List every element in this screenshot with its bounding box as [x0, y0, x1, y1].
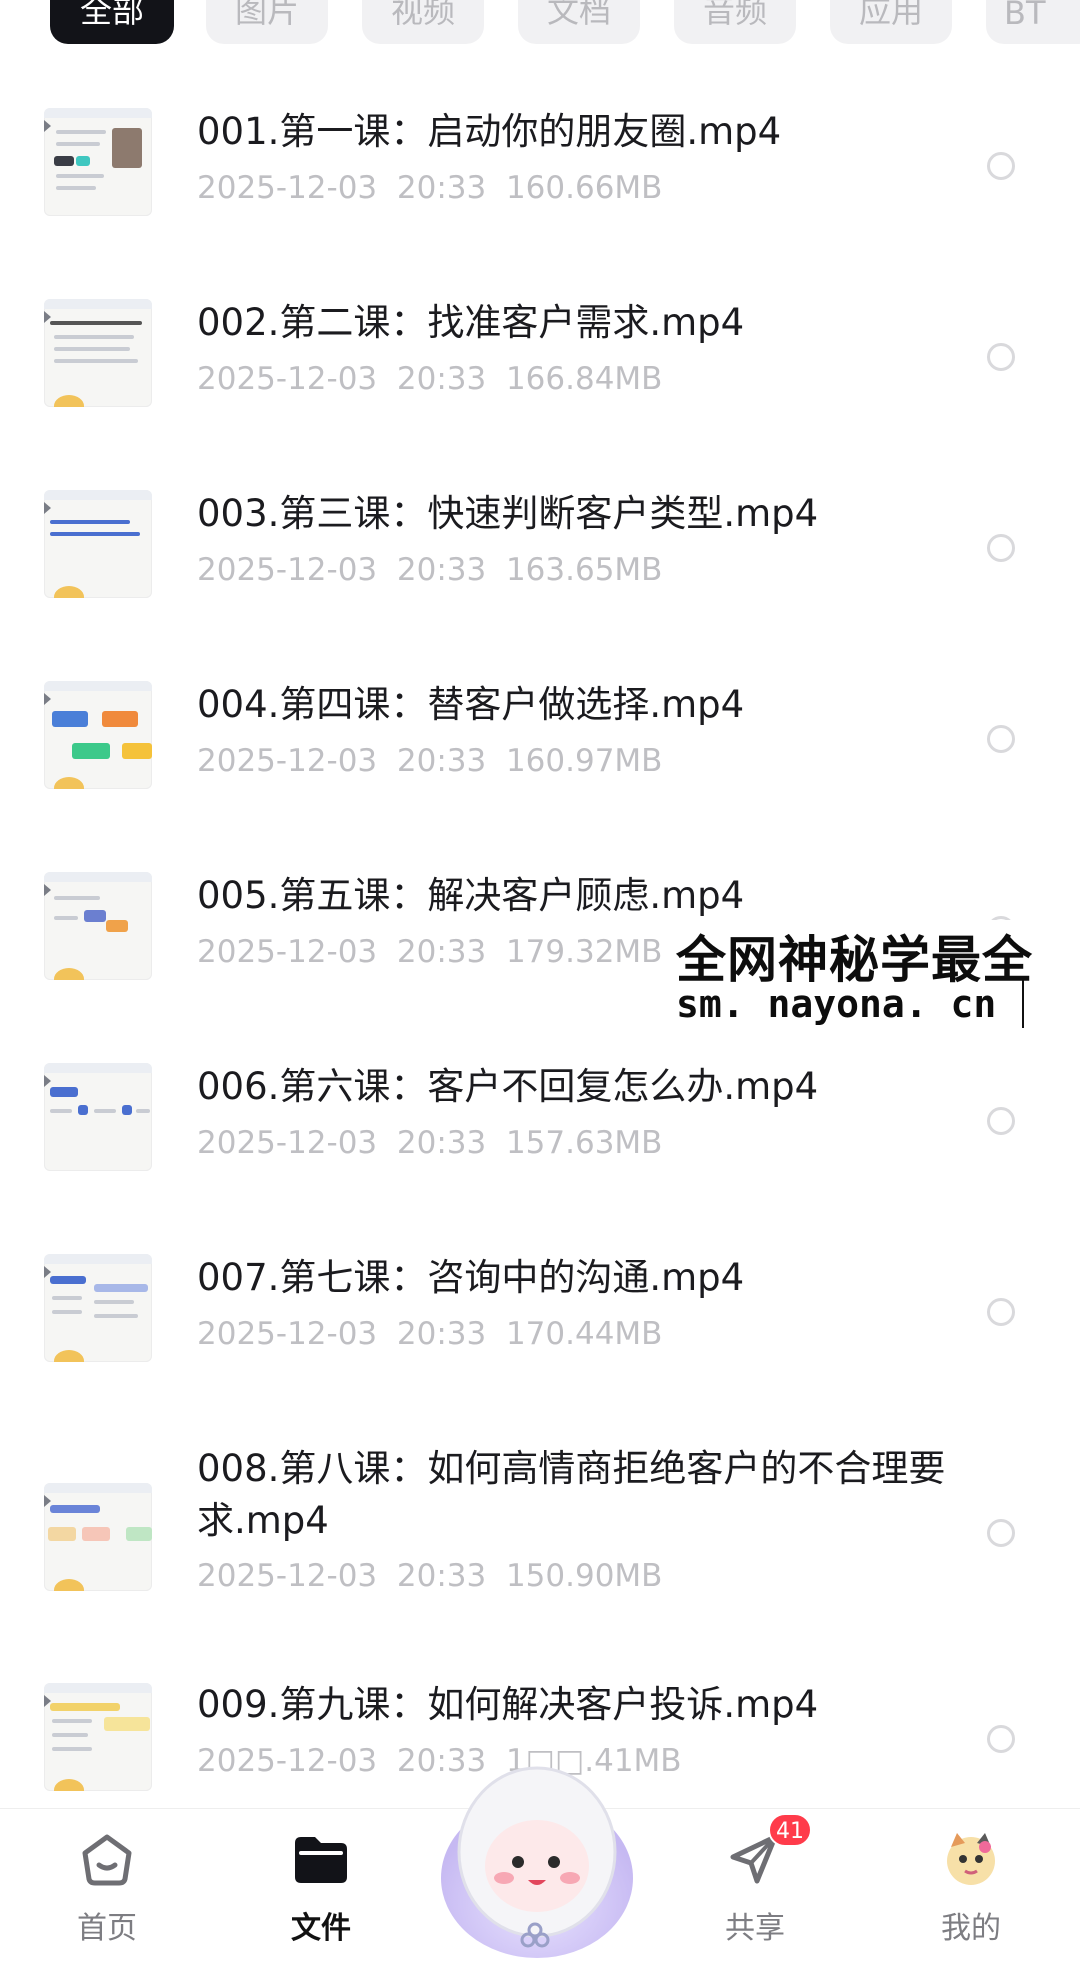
mascot-icon [441, 1766, 633, 1958]
video-thumbnail [44, 1683, 152, 1791]
file-date: 2025-12-03 [197, 361, 378, 397]
tab-label: 图片 [234, 0, 299, 30]
file-size: 166.84MB [505, 361, 663, 397]
file-meta: 2025-12-03 20:33 170.44MB [197, 1314, 662, 1354]
file-size: 170.44MB [505, 1316, 663, 1352]
file-name: 008.第八课：如何高情商拒绝客户的不合理要求.mp4 [197, 1447, 946, 1542]
file-size: 160.66MB [505, 170, 663, 206]
video-thumbnail [44, 299, 152, 407]
file-date: 2025-12-03 [197, 1125, 378, 1161]
select-checkbox[interactable] [987, 534, 1015, 562]
file-meta: 2025-12-03 20:33 160.66MB [197, 168, 662, 208]
center-mascot-button[interactable] [432, 1748, 642, 1962]
tab-label: 音频 [702, 0, 767, 30]
file-name: 001.第一课：启动你的朋友圈.mp4 [197, 110, 782, 153]
file-size: 157.63MB [505, 1125, 663, 1161]
tab-label: 全部 [79, 0, 144, 30]
watermark-url: sm. nayona. cn [676, 982, 997, 1026]
video-thumbnail [44, 681, 152, 789]
select-checkbox[interactable] [987, 1725, 1015, 1753]
file-time: 20:33 [396, 1125, 487, 1161]
avatar-icon [947, 1833, 995, 1885]
watermark-overlay: 全网神秘学最全 sm. nayona. cn [676, 920, 1080, 1038]
nav-label: 共享 [725, 1911, 785, 1946]
file-meta: 2025-12-03 20:33 160.97MB [197, 741, 662, 781]
nav-files[interactable]: 文件 [246, 1809, 396, 1963]
file-meta: 2025-12-03 20:33 150.90MB [197, 1556, 662, 1596]
tab-apps[interactable]: 应用 [830, 0, 952, 44]
file-time: 20:33 [396, 361, 487, 397]
select-checkbox[interactable] [987, 1519, 1015, 1547]
file-meta: 2025-12-03 20:33 166.84MB [197, 359, 662, 399]
file-name: 006.第六课：客户不回复怎么办.mp4 [197, 1065, 819, 1108]
file-time: 20:33 [396, 934, 487, 970]
file-date: 2025-12-03 [197, 170, 378, 206]
video-thumbnail [44, 1483, 152, 1591]
select-checkbox[interactable] [987, 152, 1015, 180]
select-checkbox[interactable] [987, 1107, 1015, 1135]
home-icon [82, 1834, 132, 1886]
file-meta: 2025-12-03 20:33 157.63MB [197, 1123, 662, 1163]
file-meta: 2025-12-03 20:33 179.32MB [197, 932, 662, 972]
file-size: 150.90MB [505, 1558, 663, 1594]
tab-label: 视频 [390, 0, 455, 30]
video-thumbnail [44, 490, 152, 598]
file-size: 179.32MB [505, 934, 663, 970]
tab-videos[interactable]: 视频 [362, 0, 484, 44]
tab-label: 文档 [546, 0, 611, 30]
file-date: 2025-12-03 [197, 934, 378, 970]
nav-share[interactable]: 41 共享 [680, 1809, 830, 1963]
notification-badge: 41 [768, 1813, 812, 1847]
file-time: 20:33 [396, 170, 487, 206]
tab-documents[interactable]: 文档 [518, 0, 640, 44]
tab-images[interactable]: 图片 [206, 0, 328, 44]
tab-bt[interactable]: BT [986, 0, 1080, 44]
file-name: 005.第五课：解决客户顾虑.mp4 [197, 874, 745, 917]
file-name: 003.第三课：快速判断客户类型.mp4 [197, 492, 819, 535]
file-name: 007.第七课：咨询中的沟通.mp4 [197, 1256, 745, 1299]
video-thumbnail [44, 872, 152, 980]
video-thumbnail [44, 1063, 152, 1171]
nav-label: 文件 [291, 1911, 351, 1946]
tab-label: 应用 [858, 0, 923, 30]
folder-icon [295, 1837, 347, 1883]
file-time: 20:33 [396, 743, 487, 779]
nav-profile[interactable]: 我的 [896, 1809, 1046, 1963]
file-date: 2025-12-03 [197, 1743, 378, 1779]
file-date: 2025-12-03 [197, 552, 378, 588]
video-thumbnail [44, 108, 152, 216]
file-name: 009.第九课：如何解决客户投诉.mp4 [197, 1683, 819, 1726]
filter-tab-bar: 全部 图片 视频 文档 音频 应用 BT [0, 0, 1080, 70]
select-checkbox[interactable] [987, 725, 1015, 753]
select-checkbox[interactable] [987, 343, 1015, 371]
file-date: 2025-12-03 [197, 1558, 378, 1594]
nav-label: 我的 [941, 1911, 1001, 1946]
file-date: 2025-12-03 [197, 743, 378, 779]
nav-label: 首页 [77, 1911, 137, 1946]
file-size: 163.65MB [505, 552, 663, 588]
file-time: 20:33 [396, 1316, 487, 1352]
tab-label: BT [1004, 0, 1046, 32]
select-checkbox[interactable] [987, 1298, 1015, 1326]
text-caret [1022, 980, 1024, 1028]
file-meta: 2025-12-03 20:33 163.65MB [197, 550, 662, 590]
nav-home[interactable]: 首页 [32, 1809, 182, 1963]
video-thumbnail [44, 1254, 152, 1362]
file-name: 002.第二课：找准客户需求.mp4 [197, 301, 745, 344]
tab-all[interactable]: 全部 [50, 0, 174, 44]
file-time: 20:33 [396, 552, 487, 588]
file-time: 20:33 [396, 1558, 487, 1594]
file-name: 004.第四课：替客户做选择.mp4 [197, 683, 745, 726]
file-size: 160.97MB [505, 743, 663, 779]
file-date: 2025-12-03 [197, 1316, 378, 1352]
tab-audio[interactable]: 音频 [674, 0, 796, 44]
